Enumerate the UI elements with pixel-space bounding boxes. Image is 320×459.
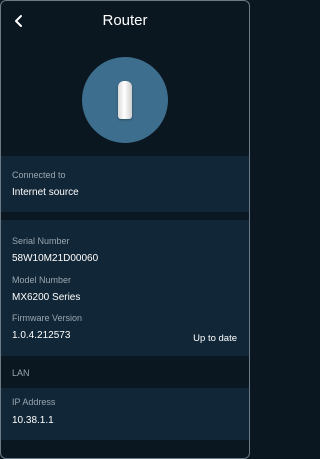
connection-panel: Connected to Internet source bbox=[1, 156, 249, 212]
firmware-version-label: Firmware Version bbox=[12, 313, 83, 323]
ip-address-value: 10.38.1.1 bbox=[12, 415, 54, 426]
lan-panel: IP Address 10.38.1.1 bbox=[1, 388, 249, 440]
page-title: Router bbox=[102, 12, 148, 29]
device-details-panel: Serial Number 58W10M21D00060 Model Numbe… bbox=[1, 220, 249, 356]
header: Router bbox=[1, 1, 249, 41]
firmware-status: Up to date bbox=[193, 333, 237, 344]
serial-number-value: 58W10M21D00060 bbox=[12, 253, 99, 264]
connected-to-value: Internet source bbox=[12, 187, 79, 198]
serial-number-label: Serial Number bbox=[12, 236, 70, 246]
app-frame: Router Connected to Internet source Seri… bbox=[0, 0, 250, 459]
connected-to-label: Connected to bbox=[12, 170, 66, 180]
model-number-value: MX6200 Series bbox=[12, 292, 81, 303]
firmware-version-value: 1.0.4.212573 bbox=[12, 330, 71, 341]
router-device-icon bbox=[118, 81, 132, 119]
device-image bbox=[82, 57, 168, 143]
lan-section-label: LAN bbox=[12, 368, 30, 378]
ip-address-label: IP Address bbox=[12, 397, 56, 407]
model-number-label: Model Number bbox=[12, 275, 72, 285]
